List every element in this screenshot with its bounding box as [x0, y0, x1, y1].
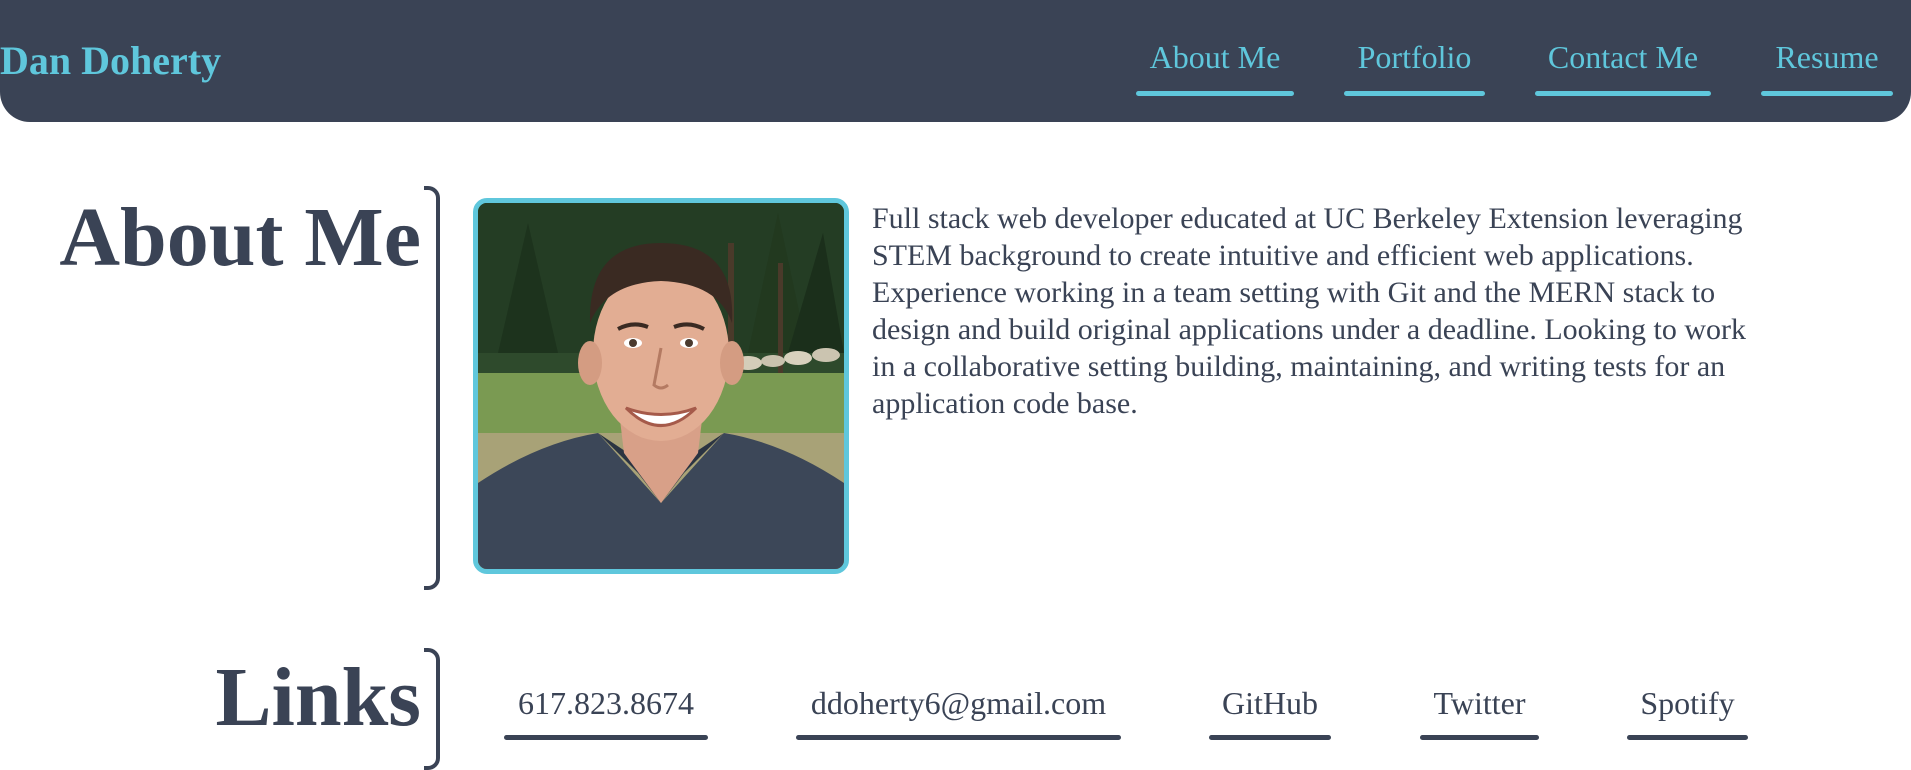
nav-label-about-me: About Me [1149, 39, 1281, 75]
link-underline [1209, 735, 1331, 740]
nav-label-resume: Resume [1775, 39, 1879, 75]
about-description: Full stack web developer educated at UC … [872, 202, 1746, 420]
site-brand[interactable]: Dan Doherty [0, 38, 221, 84]
nav-link-about-me[interactable]: About Me [1136, 38, 1294, 96]
link-phone[interactable]: 617.823.8674 [504, 684, 708, 740]
nav-label-contact-me: Contact Me [1547, 39, 1699, 75]
link-underline [504, 735, 708, 740]
link-phone-label: 617.823.8674 [518, 685, 694, 721]
link-github-label: GitHub [1222, 685, 1318, 721]
nav-underline [1136, 91, 1294, 96]
link-spotify-label: Spotify [1640, 685, 1735, 721]
profile-photo [473, 198, 849, 574]
nav-label-portfolio: Portfolio [1357, 39, 1472, 75]
nav-underline [1535, 91, 1711, 96]
nav-link-resume[interactable]: Resume [1761, 38, 1893, 96]
link-github[interactable]: GitHub [1209, 684, 1331, 740]
link-underline [1420, 735, 1539, 740]
links-heading: Links [215, 651, 422, 744]
nav-link-contact-me[interactable]: Contact Me [1535, 38, 1711, 96]
link-twitter-label: Twitter [1433, 685, 1526, 721]
nav-underline [1344, 91, 1485, 96]
site-header: Dan Doherty About Me Portfolio Contact M… [0, 0, 1911, 122]
link-email-label: ddoherty6@gmail.com [810, 685, 1107, 721]
about-heading: About Me [59, 191, 421, 284]
nav-link-portfolio[interactable]: Portfolio [1344, 38, 1485, 96]
nav-underline [1761, 91, 1893, 96]
link-underline [1627, 735, 1748, 740]
about-bracket-divider [424, 186, 440, 590]
link-email[interactable]: ddoherty6@gmail.com [796, 684, 1121, 740]
link-spotify[interactable]: Spotify [1627, 684, 1748, 740]
link-twitter[interactable]: Twitter [1420, 684, 1539, 740]
link-underline [796, 735, 1121, 740]
links-bracket-divider [424, 648, 440, 770]
